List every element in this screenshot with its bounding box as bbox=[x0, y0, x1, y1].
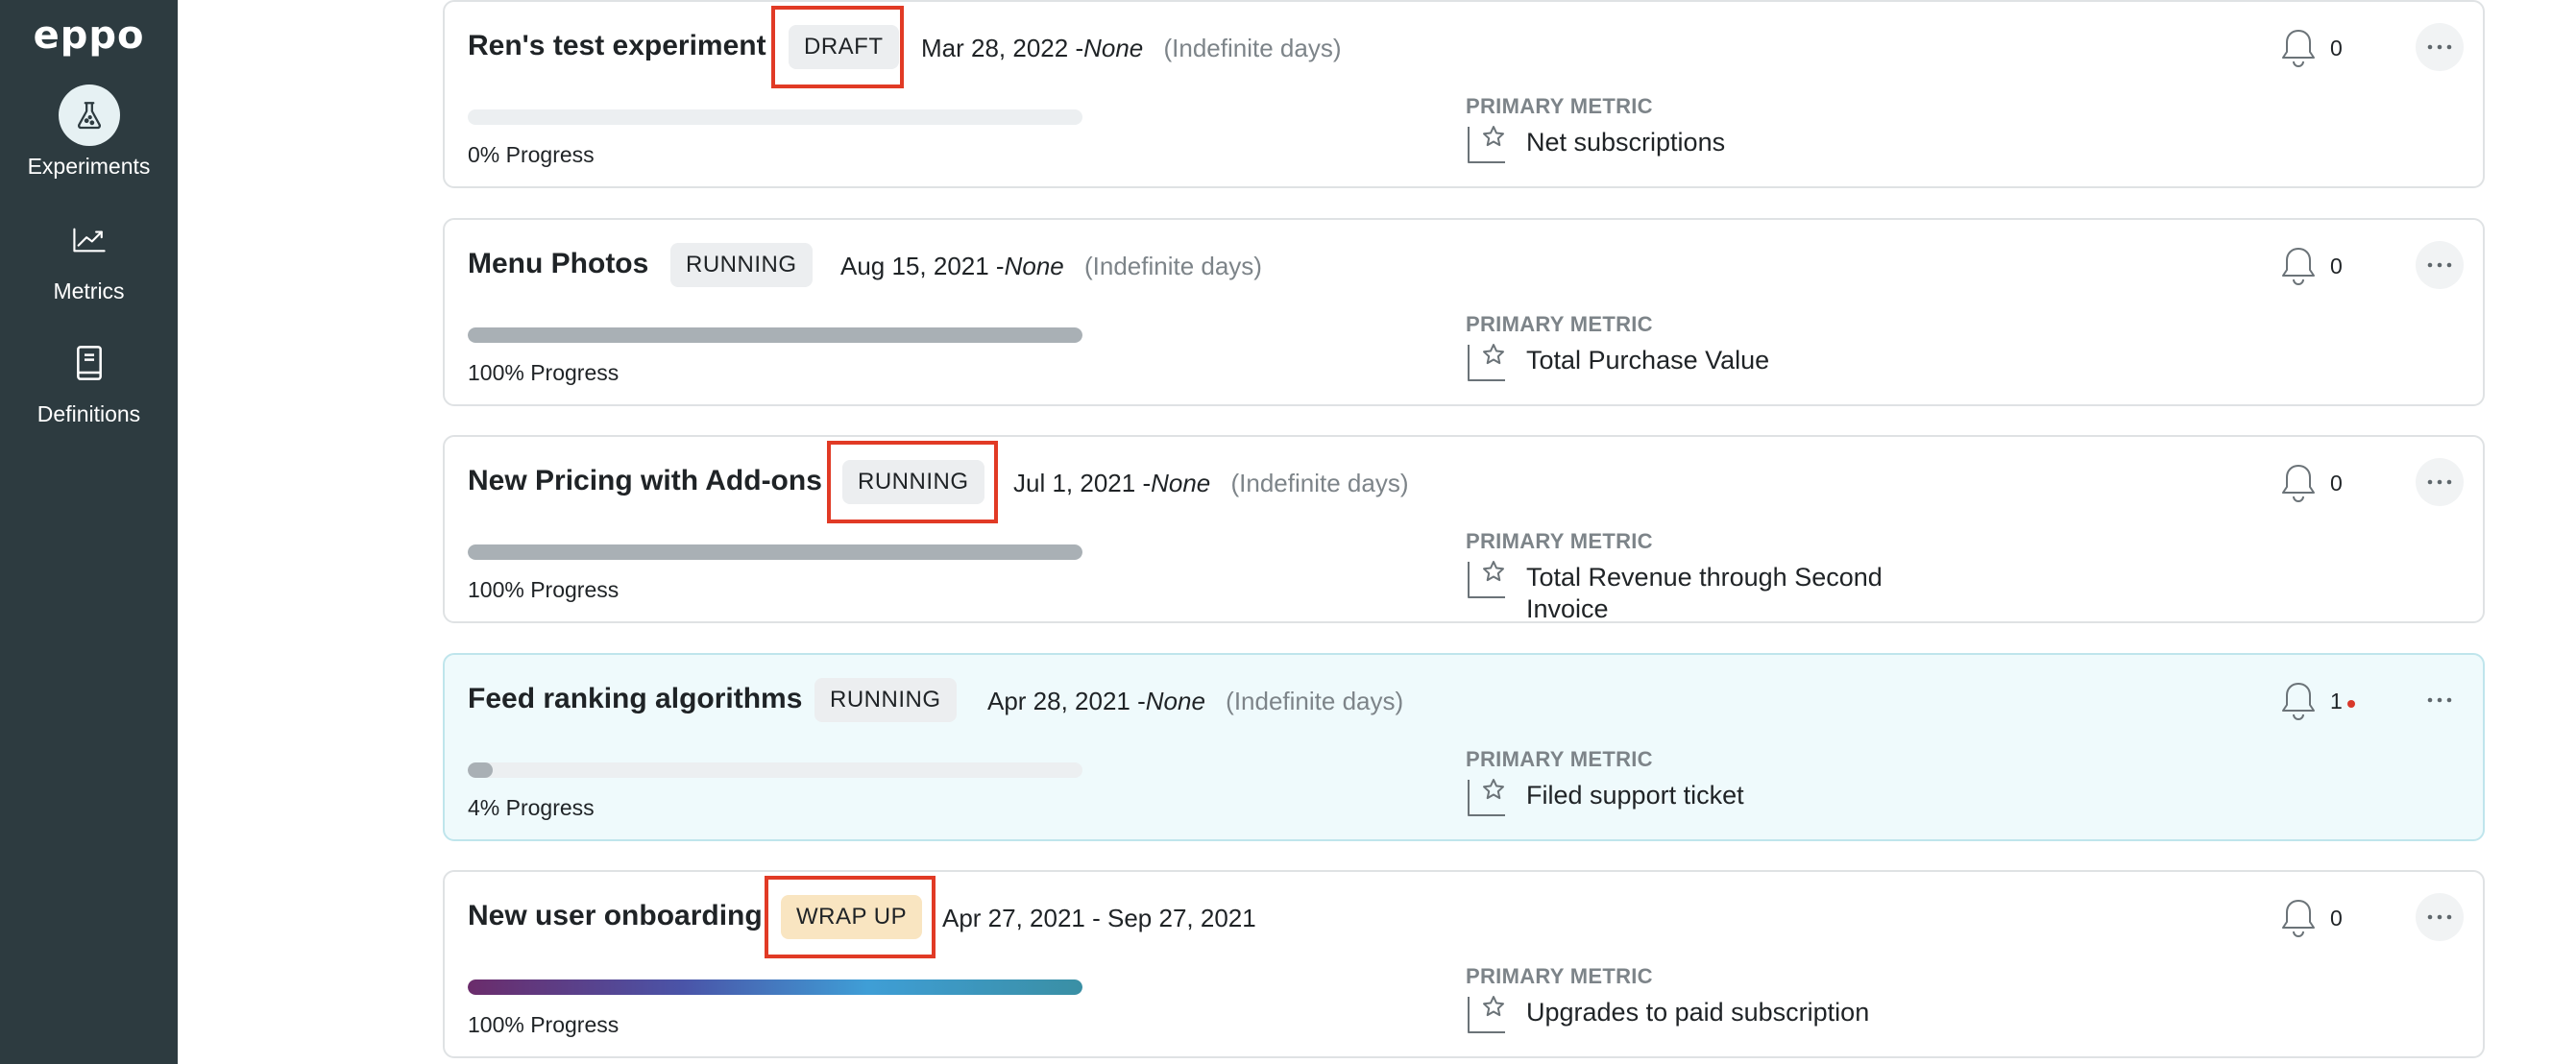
progress-bar bbox=[468, 109, 1082, 125]
ellipsis-icon bbox=[2427, 479, 2452, 485]
bell-icon[interactable] bbox=[2279, 245, 2318, 292]
experiment-card[interactable]: Feed ranking algorithms RUNNING Apr 28, … bbox=[443, 653, 2485, 841]
experiment-dates: Aug 15, 2021 -None (Indefinite days) bbox=[840, 252, 1262, 280]
sidebar-item-label: Metrics bbox=[53, 278, 125, 303]
sidebar-item-label: Experiments bbox=[27, 154, 151, 179]
experiment-card[interactable]: New Pricing with Add-ons RUNNING Jul 1, … bbox=[443, 435, 2485, 623]
more-options-button[interactable] bbox=[2416, 893, 2464, 941]
progress-label: 0% Progress bbox=[468, 142, 595, 167]
bell-icon[interactable] bbox=[2279, 680, 2318, 727]
starred-metric-icon bbox=[1466, 993, 1508, 1040]
progress-label: 100% Progress bbox=[468, 577, 620, 602]
book-icon bbox=[59, 332, 120, 394]
primary-metric-name[interactable]: Filed support ticket bbox=[1526, 780, 1930, 811]
status-badge: RUNNING bbox=[814, 678, 957, 722]
end-date: Sep 27, 2021 bbox=[1107, 904, 1256, 932]
end-date: None bbox=[1151, 469, 1211, 497]
experiment-dates: Jul 1, 2021 -None (Indefinite days) bbox=[1013, 469, 1409, 497]
progress-fill bbox=[468, 762, 493, 778]
status-badge: DRAFT bbox=[789, 25, 899, 69]
sidebar-item-label: Definitions bbox=[36, 401, 141, 426]
bell-icon[interactable] bbox=[2279, 27, 2318, 74]
primary-metric-name[interactable]: Upgrades to paid subscription bbox=[1526, 997, 1930, 1028]
app-logo[interactable]: eppo bbox=[0, 13, 178, 58]
experiment-card[interactable]: Ren's test experiment DRAFT Mar 28, 2022… bbox=[443, 0, 2485, 188]
bell-icon[interactable] bbox=[2279, 462, 2318, 509]
alert-count: 0 bbox=[2330, 254, 2343, 278]
primary-metric-label: PRIMARY METRIC bbox=[1466, 312, 1653, 336]
experiment-title[interactable]: Menu Photos bbox=[468, 248, 648, 280]
ellipsis-icon bbox=[2427, 914, 2452, 920]
start-date: Apr 28, 2021 bbox=[987, 687, 1130, 715]
experiment-card[interactable]: Menu Photos RUNNING Aug 15, 2021 -None (… bbox=[443, 218, 2485, 406]
more-options-button[interactable] bbox=[2416, 676, 2464, 724]
experiment-dates: Apr 28, 2021 -None (Indefinite days) bbox=[987, 687, 1404, 715]
ellipsis-icon bbox=[2427, 697, 2452, 703]
primary-metric-label: PRIMARY METRIC bbox=[1466, 529, 1653, 553]
progress-fill bbox=[468, 544, 1082, 560]
end-date: None bbox=[1004, 252, 1064, 280]
more-options-button[interactable] bbox=[2416, 23, 2464, 71]
duration-text: (Indefinite days) bbox=[1226, 687, 1404, 715]
flask-icon bbox=[58, 85, 120, 146]
end-date: None bbox=[1145, 687, 1205, 715]
experiment-dates: Mar 28, 2022 -None (Indefinite days) bbox=[921, 34, 1342, 62]
ellipsis-icon bbox=[2427, 262, 2452, 268]
end-date: None bbox=[1083, 34, 1144, 62]
experiment-card[interactable]: New user onboarding WRAP UP Apr 27, 2021… bbox=[443, 870, 2485, 1058]
alert-count: 1 bbox=[2330, 689, 2343, 713]
duration-text: (Indefinite days) bbox=[1230, 469, 1409, 497]
start-date: Aug 15, 2021 bbox=[840, 252, 989, 280]
experiment-title[interactable]: Ren's test experiment bbox=[468, 30, 766, 62]
progress-fill bbox=[468, 979, 1082, 995]
bell-icon[interactable] bbox=[2279, 897, 2318, 944]
primary-metric-name[interactable]: Total Purchase Value bbox=[1526, 345, 1930, 376]
starred-metric-icon bbox=[1466, 558, 1508, 605]
sidebar-item-definitions[interactable]: Definitions bbox=[0, 332, 178, 427]
progress-label: 100% Progress bbox=[468, 360, 620, 385]
progress-fill bbox=[468, 327, 1082, 343]
unread-alert-dot bbox=[2347, 700, 2355, 708]
progress-bar bbox=[468, 979, 1082, 995]
progress-label: 100% Progress bbox=[468, 1012, 620, 1037]
primary-metric-name[interactable]: Net subscriptions bbox=[1526, 127, 1930, 158]
alert-count: 0 bbox=[2330, 906, 2343, 931]
primary-metric-label: PRIMARY METRIC bbox=[1466, 964, 1653, 988]
ellipsis-icon bbox=[2427, 44, 2452, 50]
progress-label: 4% Progress bbox=[468, 795, 595, 820]
start-date: Apr 27, 2021 bbox=[942, 904, 1085, 932]
experiment-title[interactable]: New user onboarding bbox=[468, 900, 763, 932]
more-options-button[interactable] bbox=[2416, 458, 2464, 506]
sidebar: eppo Experiments Metrics Definitions bbox=[0, 0, 178, 1064]
status-badge: RUNNING bbox=[670, 243, 813, 287]
sidebar-item-metrics[interactable]: Metrics bbox=[0, 209, 178, 304]
experiment-title[interactable]: Feed ranking algorithms bbox=[468, 683, 802, 715]
progress-bar bbox=[468, 762, 1082, 778]
start-date: Mar 28, 2022 bbox=[921, 34, 1069, 62]
primary-metric-name[interactable]: Total Revenue through Second Invoice bbox=[1526, 562, 1930, 625]
experiment-title[interactable]: New Pricing with Add-ons bbox=[468, 465, 822, 497]
status-badge: RUNNING bbox=[842, 460, 984, 504]
sidebar-item-experiments[interactable]: Experiments bbox=[0, 85, 178, 180]
experiment-dates: Apr 27, 2021 - Sep 27, 2021 bbox=[942, 904, 1256, 932]
progress-bar bbox=[468, 544, 1082, 560]
trend-chart-icon bbox=[59, 209, 120, 271]
starred-metric-icon bbox=[1466, 341, 1508, 388]
primary-metric-label: PRIMARY METRIC bbox=[1466, 747, 1653, 771]
starred-metric-icon bbox=[1466, 123, 1508, 170]
alert-count: 0 bbox=[2330, 471, 2343, 496]
duration-text: (Indefinite days) bbox=[1083, 252, 1262, 280]
alert-count: 0 bbox=[2330, 36, 2343, 60]
starred-metric-icon bbox=[1466, 776, 1508, 823]
progress-bar bbox=[468, 327, 1082, 343]
primary-metric-label: PRIMARY METRIC bbox=[1466, 94, 1653, 118]
status-badge: WRAP UP bbox=[781, 895, 923, 939]
duration-text: (Indefinite days) bbox=[1163, 34, 1342, 62]
start-date: Jul 1, 2021 bbox=[1013, 469, 1136, 497]
more-options-button[interactable] bbox=[2416, 241, 2464, 289]
